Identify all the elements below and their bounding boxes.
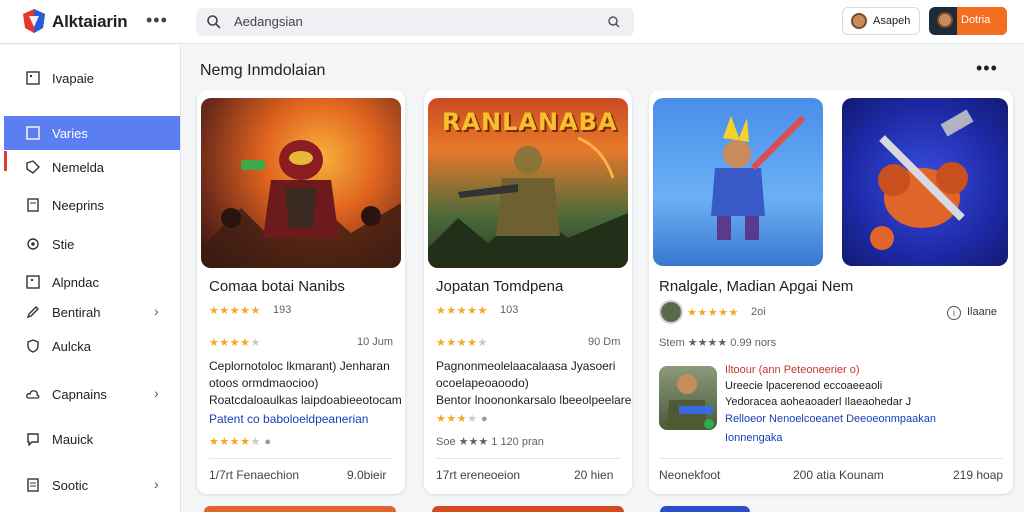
sidebar-item-sootic[interactable]: Sootic › <box>4 468 180 502</box>
game-art-image: RANLANABA <box>428 98 628 268</box>
sidebar-item-aulcka[interactable]: Aulcka <box>4 329 180 363</box>
game-card[interactable]: Comaa botai Nanibs ★★★★★ 193 ★★★★★ 10 Ju… <box>197 90 405 494</box>
description-line: Ceplornotoloc lkmarant) Jenharan <box>209 359 390 373</box>
footer-value: 219 hoap <box>953 468 1004 482</box>
rating-meta: Stem ★★★★ 0.99 nors <box>659 337 777 349</box>
game-title[interactable]: Jopatan Tomdpena <box>436 278 563 295</box>
user-button-label: Asapeh <box>873 15 911 27</box>
description-line: otoos ormdmaocioo) <box>209 376 319 390</box>
document-icon <box>27 478 39 492</box>
rating-stars: ★★★★★ <box>436 337 488 349</box>
card-preview <box>660 506 750 512</box>
release-meta: 90 Dm <box>588 336 621 348</box>
sidebar-item-capnains[interactable]: Capnains › <box>4 377 180 411</box>
sidebar-item-varies[interactable]: Varies <box>4 116 180 150</box>
rating-meta: Soe ★★★ 1 120 pran <box>436 436 544 448</box>
game-title[interactable]: Comaa botai Nanibs <box>209 278 345 295</box>
sidebar-item-mauick[interactable]: Mauick <box>4 422 180 456</box>
search-input[interactable]: Aedangsian <box>234 14 303 29</box>
footer-label: 17rt ereneoeion <box>436 468 521 482</box>
release-meta: 10 Jum <box>357 336 394 348</box>
footer-value: 9.0bieir <box>347 468 387 482</box>
review-link[interactable]: Relloeor Nenoelcoeanet Deeoeonmpaakan <box>725 413 936 425</box>
sidebar-item-nemelda[interactable]: Nemelda <box>4 150 180 184</box>
review-line: Yedoracea aoheaoaderl Ilaeaohedar J <box>725 396 912 408</box>
review-line: Ureecie lpacerenod eccoaeeaoli <box>725 380 883 392</box>
app-logo-icon <box>23 9 45 33</box>
top-bar: Alktaiarin ••• Aedangsian Asapeh Dotria <box>0 0 1024 44</box>
tag-icon <box>26 160 40 174</box>
review-title: Iltoour (ann Peteoneerier o) <box>725 364 860 376</box>
avatar <box>937 12 953 28</box>
details-link[interactable]: Patent co baboloeldpeanerian <box>209 412 368 426</box>
description-line: Roatcdaloaulkas laipdoabieeotocam <box>209 393 402 407</box>
rating-stars: ★★★★★ <box>436 305 488 317</box>
rating-count: 103 <box>500 304 519 316</box>
description-line: Bentor lnoononkarsalo lbeeolpeelare <box>436 393 632 407</box>
search-icon <box>207 15 221 29</box>
square-icon <box>26 126 40 140</box>
review-thumbnail <box>659 366 717 430</box>
sidebar-item-alpndac[interactable]: Alpndac <box>4 265 180 299</box>
chevron-right-icon: › <box>154 476 159 492</box>
description-line: Pagnonmeolelaacalaasa Jyasoeri <box>436 359 616 373</box>
chat-icon <box>27 433 39 446</box>
document-icon <box>27 198 39 212</box>
info-label[interactable]: Ilaane <box>967 306 997 318</box>
rating-count: 2oi <box>751 306 766 318</box>
sidebar-item-ivapaie[interactable]: Ivapaie <box>4 61 180 95</box>
game-card[interactable]: RANLANABA Jopatan Tomdpena ★★★★★ 103 ★★★… <box>424 90 632 494</box>
footer-label: 1/7rt Fenaechion <box>209 468 300 482</box>
avatar <box>851 13 867 29</box>
rating-stars: ★★★★★ ● <box>209 436 272 448</box>
game-art-image <box>842 98 1008 266</box>
sidebar-item-bentirah[interactable]: Bentirah › <box>4 295 180 329</box>
user-button[interactable]: Asapeh <box>842 7 920 35</box>
more-options-icon[interactable]: ••• <box>146 10 168 31</box>
rating-stars: ★★★★★ <box>687 307 739 319</box>
shield-icon <box>27 339 39 353</box>
voice-search-icon[interactable] <box>606 14 622 30</box>
more-options-icon[interactable]: ••• <box>976 58 998 79</box>
square-icon <box>26 275 40 289</box>
footer-label: 200 atia Kounam <box>793 468 884 482</box>
page-title: Nemg Inmdolaian <box>200 62 326 79</box>
review-tag[interactable]: Ionnengaka <box>725 432 783 444</box>
app-title: Alktaiarin <box>52 12 128 31</box>
primary-button-label: Dotria <box>961 14 991 26</box>
sidebar: Ivapaie Varies Nemelda Neeprins Stie Alp… <box>0 45 181 512</box>
chevron-right-icon: › <box>154 303 159 319</box>
developer-avatar <box>659 300 683 324</box>
square-icon <box>26 71 40 85</box>
rating-stars: ★★★★★ <box>209 305 261 317</box>
sidebar-item-stie[interactable]: Stie <box>4 227 180 261</box>
card-preview <box>204 506 396 512</box>
card-preview <box>432 506 624 512</box>
game-title[interactable]: Rnalgale, Madian Apgai Nem <box>659 278 853 295</box>
game-banner: RANLANABA <box>442 108 618 136</box>
pen-icon <box>26 306 39 319</box>
rating-stars: ★★★★★ <box>209 337 261 349</box>
game-art-image <box>201 98 401 268</box>
search-bar[interactable]: Aedangsian <box>196 8 634 36</box>
chevron-right-icon: › <box>154 385 159 401</box>
footer-label: Neonekfoot <box>659 468 721 482</box>
primary-action-button[interactable]: Dotria <box>929 7 1007 35</box>
description-line: ocoelapeoaoodo) <box>436 376 529 390</box>
rating-stars: ★★★★ ● <box>436 413 489 425</box>
game-art-image <box>653 98 823 266</box>
sidebar-item-neeprins[interactable]: Neeprins <box>4 188 180 222</box>
rating-count: 193 <box>273 304 292 316</box>
info-icon[interactable]: i <box>947 306 961 320</box>
cloud-icon <box>26 390 40 399</box>
footer-value: 20 hien <box>574 468 614 482</box>
game-card[interactable]: Rnalgale, Madian Apgai Nem ★★★★★ 2oi i I… <box>649 90 1013 494</box>
gear-icon <box>27 238 39 250</box>
